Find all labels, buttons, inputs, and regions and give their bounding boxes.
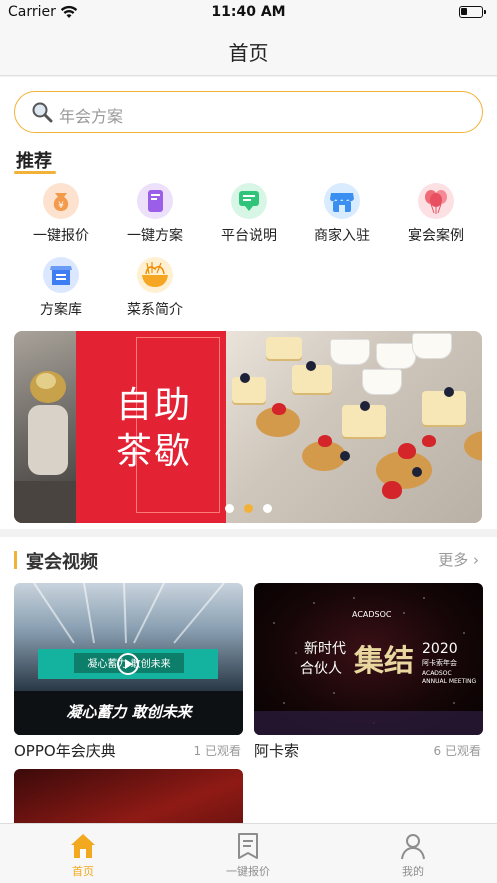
recommend-title: 推荐	[16, 151, 52, 172]
svg-text:¥: ¥	[58, 201, 64, 211]
money-bag-icon: ¥	[43, 183, 79, 219]
shop-icon	[324, 183, 360, 219]
tab-label-home: 首页	[72, 865, 94, 878]
dessert-cake	[266, 337, 302, 359]
grid-label-cuisine: 菜系简介	[127, 302, 183, 318]
strawberry	[398, 443, 416, 459]
video-card-acadsoc[interactable]: ACADSOC 新时代 合伙人 集结 2020 阿卡索年会 ACADSOC AN…	[254, 583, 483, 760]
search-placeholder: 年会方案	[59, 107, 124, 126]
banner-headline: 自助 茶歇	[116, 383, 192, 475]
grid-label-merchant: 商家入驻	[314, 228, 370, 244]
tab-quote[interactable]: 一键报价	[208, 824, 288, 883]
dessert-cup	[412, 333, 452, 359]
clock: 11:40 AM	[211, 4, 286, 20]
video-title: OPPO年会庆典	[14, 742, 116, 760]
home-content[interactable]: 年会方案 推荐 ¥ 一键报价 一键方案 平台说明 商家入驻 宴会案例 方案库 菜…	[0, 77, 497, 823]
grid-label-cases: 宴会案例	[408, 228, 464, 244]
grid-item-cuisine[interactable]: 菜系简介	[115, 257, 195, 319]
blueberry	[444, 387, 454, 397]
recommend-underline	[14, 171, 56, 174]
banner-red-panel: 自助 茶歇	[76, 331, 226, 523]
carousel-dot[interactable]	[224, 504, 234, 513]
carousel-dot[interactable]	[262, 504, 272, 513]
tab-home[interactable]: 首页	[43, 824, 123, 883]
video-card-third[interactable]	[14, 769, 243, 823]
tab-label-quote: 一键报价	[226, 865, 270, 878]
carousel-indicator	[14, 504, 482, 513]
status-bar: Carrier 11:40 AM	[0, 0, 497, 26]
blueberry	[306, 361, 316, 371]
more-label: 更多	[438, 551, 469, 569]
nav-bar: 首页	[0, 26, 497, 76]
acadsoc-sub3: ANNUAL MEETING	[422, 678, 477, 685]
acadsoc-sub: 阿卡索年会	[422, 658, 457, 667]
video-title: 阿卡索	[254, 742, 300, 760]
home-icon	[68, 831, 98, 861]
oppo-stage-caption: 凝心蓄力 敢创未来	[66, 703, 193, 721]
search-icon	[31, 101, 53, 127]
blueberry	[340, 451, 350, 461]
more-link[interactable]: 更多 ›	[438, 549, 479, 570]
video-section-title: 宴会视频	[26, 552, 98, 573]
tab-label-profile: 我的	[402, 865, 424, 878]
banner-line1: 自助	[116, 385, 193, 426]
blueberry	[360, 401, 370, 411]
dessert-cup	[376, 343, 416, 369]
strawberry	[272, 403, 286, 415]
grid-item-platform[interactable]: 平台说明	[209, 183, 289, 245]
carousel-dot-active[interactable]	[243, 504, 253, 513]
dessert-cup	[330, 339, 370, 365]
fruit-tart	[464, 431, 482, 461]
acadsoc-year: 2020	[422, 641, 458, 657]
dessert-cup	[362, 369, 402, 395]
recommend-header: 推荐	[14, 147, 56, 174]
tab-bar: 首页 一键报价 我的	[0, 823, 497, 883]
grid-item-merchant[interactable]: 商家入驻	[302, 183, 382, 245]
chevron-right-icon: ›	[468, 551, 479, 569]
user-icon	[398, 831, 428, 861]
strawberry	[318, 435, 332, 447]
video-thumbnail: 凝心蓄力 敢创未来 凝心蓄力 敢创未来	[14, 583, 243, 735]
video-section-header: 宴会视频 更多 ›	[14, 547, 483, 573]
section-divider	[0, 529, 497, 537]
page-title: 首页	[228, 41, 269, 65]
strawberry	[382, 481, 402, 499]
tab-profile[interactable]: 我的	[373, 824, 453, 883]
banner-line2: 茶歇	[116, 431, 193, 472]
archive-icon	[43, 257, 79, 293]
acadsoc-big-char: 集结	[353, 644, 414, 679]
section-accent-bar	[14, 551, 17, 569]
grid-label-library: 方案库	[40, 302, 82, 318]
bookmark-list-icon	[233, 831, 263, 861]
grid-item-quote[interactable]: ¥ 一键报价	[21, 183, 101, 245]
video-card-oppo[interactable]: 凝心蓄力 敢创未来 凝心蓄力 敢创未来 OPPO年会庆典 1 已观看	[14, 583, 243, 760]
grid-item-plan[interactable]: 一键方案	[115, 183, 195, 245]
dessert-cake	[422, 391, 466, 425]
balloons-icon	[418, 183, 454, 219]
banner-photo-lion	[14, 331, 76, 523]
strawberry	[422, 435, 436, 447]
grid-label-quote: 一键报价	[33, 228, 89, 244]
grid-label-plan: 一键方案	[127, 228, 183, 244]
chat-bubble-icon	[231, 183, 267, 219]
grid-item-library[interactable]: 方案库	[21, 257, 101, 319]
grid-item-cases[interactable]: 宴会案例	[396, 183, 476, 245]
document-icon	[137, 183, 173, 219]
video-thumbnail	[14, 769, 243, 823]
video-thumbnail: ACADSOC 新时代 合伙人 集结 2020 阿卡索年会 ACADSOC AN…	[254, 583, 483, 735]
banner-carousel[interactable]: 自助 茶歇	[14, 331, 482, 523]
blueberry	[412, 467, 422, 477]
video-views: 1 已观看	[193, 744, 241, 758]
acadsoc-sub2: ACADSOC	[422, 670, 452, 677]
video-views: 6 已观看	[433, 744, 481, 758]
acadsoc-line1: 新时代	[304, 641, 346, 657]
search-input[interactable]: 年会方案	[14, 91, 483, 133]
acadsoc-line2: 合伙人	[300, 661, 342, 677]
battery-icon	[459, 6, 486, 18]
grid-label-platform: 平台说明	[221, 228, 277, 244]
banner-photo-desserts	[226, 331, 482, 523]
acadsoc-brand: ACADSOC	[352, 610, 392, 619]
blueberry	[240, 373, 250, 383]
noodles-icon	[137, 257, 173, 293]
